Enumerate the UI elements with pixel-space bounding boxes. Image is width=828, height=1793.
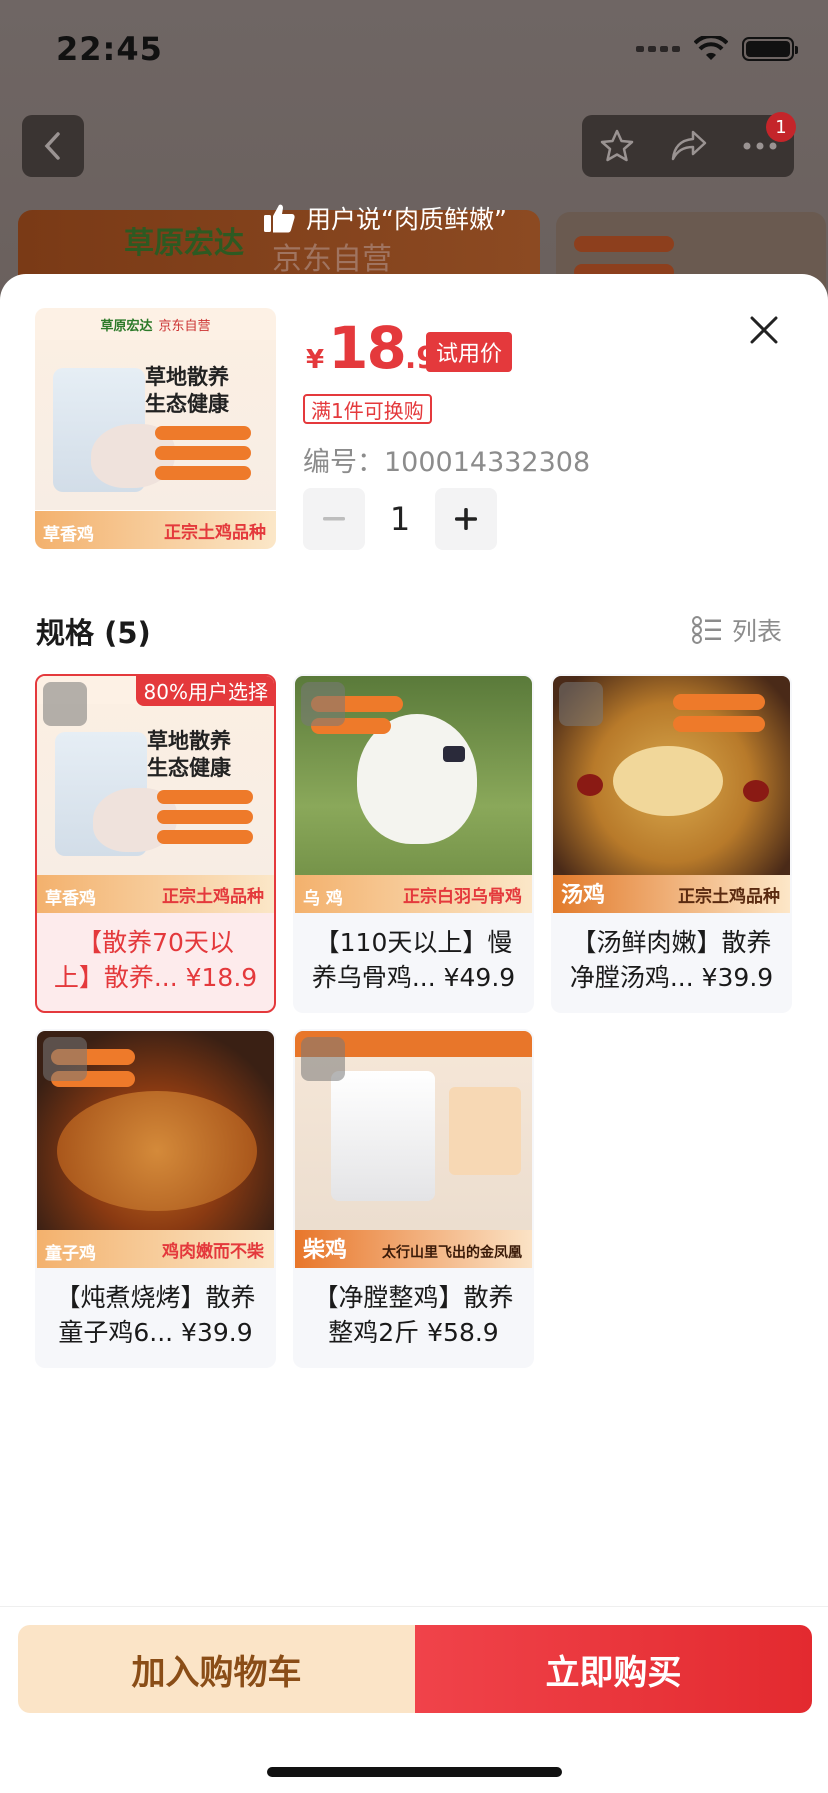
buy-now-button[interactable]: 立即购买 — [415, 1625, 812, 1713]
user-says-text: 用户说“肉质鲜嫩” — [306, 205, 507, 234]
star-icon[interactable] — [598, 127, 636, 165]
sku-label: 编号： — [303, 447, 384, 478]
spec-image: 汤鸡 正宗土鸡品种 — [553, 676, 790, 913]
thumbs-up-icon — [264, 204, 295, 233]
card-image-title: 草香鸡 — [45, 889, 96, 909]
spec-image: 柴鸡 太行山里飞出的金凤凰 — [295, 1031, 532, 1268]
signal-icon — [636, 46, 680, 52]
product-thumbnail[interactable]: 草原宏达 京东自营 草地散养 生态健康 草香鸡 正宗土鸡品种 — [35, 308, 276, 549]
card-headline-1: 草地散养 — [147, 729, 231, 753]
spec-name-line-2: 整鸡2斤 ¥58.9 — [328, 1318, 499, 1347]
list-view-toggle[interactable]: 列表 — [691, 612, 782, 648]
soup-chicken-image — [613, 746, 723, 816]
chevron-left-icon — [44, 132, 60, 160]
status-bar: 22:45 — [0, 0, 828, 100]
spec-name-line-2: 童子鸡6... ¥39.9 — [58, 1318, 253, 1347]
spec-name-line-1: 【净膛整鸡】散养 — [313, 1283, 514, 1312]
bottom-action-bar: 加入购物车 立即购买 — [0, 1606, 828, 1793]
add-to-cart-button[interactable]: 加入购物车 — [18, 1625, 415, 1713]
package-bag-image — [331, 1071, 435, 1201]
list-icon — [691, 616, 721, 644]
spec-section-title: 规格 (5) — [36, 616, 151, 650]
promo-tag[interactable]: 满1件可换购 — [303, 394, 432, 424]
price-integer: 18 — [328, 314, 407, 382]
spec-grid: 80%用户选择 草地散养 生态健康 草香鸡 正宗土鸡品种 【散养70天以 上】散… — [35, 674, 795, 1368]
minus-icon — [323, 517, 345, 521]
list-view-label: 列表 — [731, 617, 782, 646]
close-icon[interactable] — [744, 310, 784, 350]
sku-selection-sheet: 草原宏达 京东自营 草地散养 生态健康 草香鸡 正宗土鸡品种 ¥ 18 .9 试… — [0, 274, 828, 1793]
decrease-quantity-button[interactable] — [303, 488, 365, 550]
package-headline-2: 生态健康 — [145, 392, 229, 416]
spec-card[interactable]: 80%用户选择 草地散养 生态健康 草香鸡 正宗土鸡品种 【散养70天以 上】散… — [35, 674, 276, 1013]
popular-badge: 80%用户选择 — [135, 676, 274, 706]
more-icon[interactable] — [742, 141, 778, 151]
spec-card[interactable]: 童子鸡 鸡肉嫩而不柴 【炖煮烧烤】散养 童子鸡6... ¥39.9 — [35, 1029, 276, 1368]
card-image-subtitle: 正宗白羽乌骨鸡 — [403, 887, 522, 907]
card-image-subtitle: 鸡肉嫩而不柴 — [162, 1242, 264, 1262]
package-brand: 草原宏达 — [100, 318, 153, 334]
card-image-title: 童子鸡 — [45, 1244, 96, 1264]
home-indicator — [267, 1767, 562, 1777]
package-headline-1: 草地散养 — [145, 365, 229, 389]
spec-name-line-1: 【汤鲜肉嫩】散养 — [571, 928, 772, 957]
notification-badge: 1 — [766, 112, 796, 142]
spec-image: 草地散养 生态健康 草香鸡 正宗土鸡品种 — [37, 676, 274, 913]
card-headline-2: 生态健康 — [147, 756, 231, 780]
spec-name-line-2: 上】散养... ¥18.9 — [53, 963, 258, 992]
expand-icon[interactable] — [301, 682, 345, 726]
card-image-title: 乌 鸡 — [303, 889, 343, 909]
plus-icon — [455, 508, 477, 530]
spec-card[interactable]: 乌 鸡 正宗白羽乌骨鸡 【110天以上】慢 养乌骨鸡... ¥49.9 — [293, 674, 534, 1013]
battery-icon — [742, 37, 798, 61]
spec-name-line-2: 净膛汤鸡... ¥39.9 — [569, 963, 774, 992]
status-icons — [636, 36, 798, 62]
card-image-subtitle: 正宗土鸡品种 — [678, 887, 780, 907]
sku-value: 100014332308 — [384, 447, 591, 478]
package-foot-right: 正宗土鸡品种 — [164, 523, 266, 543]
background-brand-logo: 草原宏达 — [124, 226, 244, 261]
share-icon[interactable] — [669, 128, 709, 164]
increase-quantity-button[interactable] — [435, 488, 497, 550]
price: ¥ 18 .9 — [306, 314, 437, 382]
spec-card[interactable]: 汤鸡 正宗土鸡品种 【汤鲜肉嫩】散养 净膛汤鸡... ¥39.9 — [551, 674, 792, 1013]
expand-icon[interactable] — [559, 682, 603, 726]
expand-icon[interactable] — [43, 682, 87, 726]
spec-name-line-1: 【110天以上】慢 — [314, 928, 513, 957]
kungpao-chicken-image — [57, 1091, 257, 1211]
expand-icon[interactable] — [301, 1037, 345, 1081]
expand-icon[interactable] — [43, 1037, 87, 1081]
spec-name-line-2: 养乌骨鸡... ¥49.9 — [311, 963, 516, 992]
spec-card[interactable]: 柴鸡 太行山里飞出的金凤凰 【净膛整鸡】散养 整鸡2斤 ¥58.9 — [293, 1029, 534, 1368]
user-says-pill: 用户说“肉质鲜嫩” — [262, 190, 546, 246]
card-image-title: 柴鸡 — [303, 1238, 348, 1263]
price-symbol: ¥ — [306, 345, 325, 375]
spec-image: 童子鸡 鸡肉嫩而不柴 — [37, 1031, 274, 1268]
spec-name-line-1: 【炖煮烧烤】散养 — [55, 1283, 256, 1312]
card-image-subtitle: 太行山里飞出的金凤凰 — [382, 1245, 522, 1261]
spec-image: 乌 鸡 正宗白羽乌骨鸡 — [295, 676, 532, 913]
card-image-subtitle: 正宗土鸡品种 — [162, 887, 264, 907]
trial-price-tag: 试用价 — [426, 332, 513, 372]
package-store: 京东自营 — [158, 318, 211, 334]
package-header: 草原宏达 京东自营 — [35, 308, 276, 340]
top-action-group — [582, 115, 794, 177]
quantity-value[interactable]: 1 — [365, 500, 435, 538]
wifi-icon — [694, 36, 728, 60]
spec-name-line-1: 【散养70天以 — [77, 928, 234, 957]
sku-number: 编号：100014332308 — [303, 440, 590, 479]
card-image-title: 汤鸡 — [561, 883, 606, 908]
package-foot-left: 草香鸡 — [43, 525, 94, 545]
quantity-stepper: 1 — [303, 488, 497, 550]
status-time: 22:45 — [56, 30, 163, 68]
back-button[interactable] — [22, 115, 84, 177]
